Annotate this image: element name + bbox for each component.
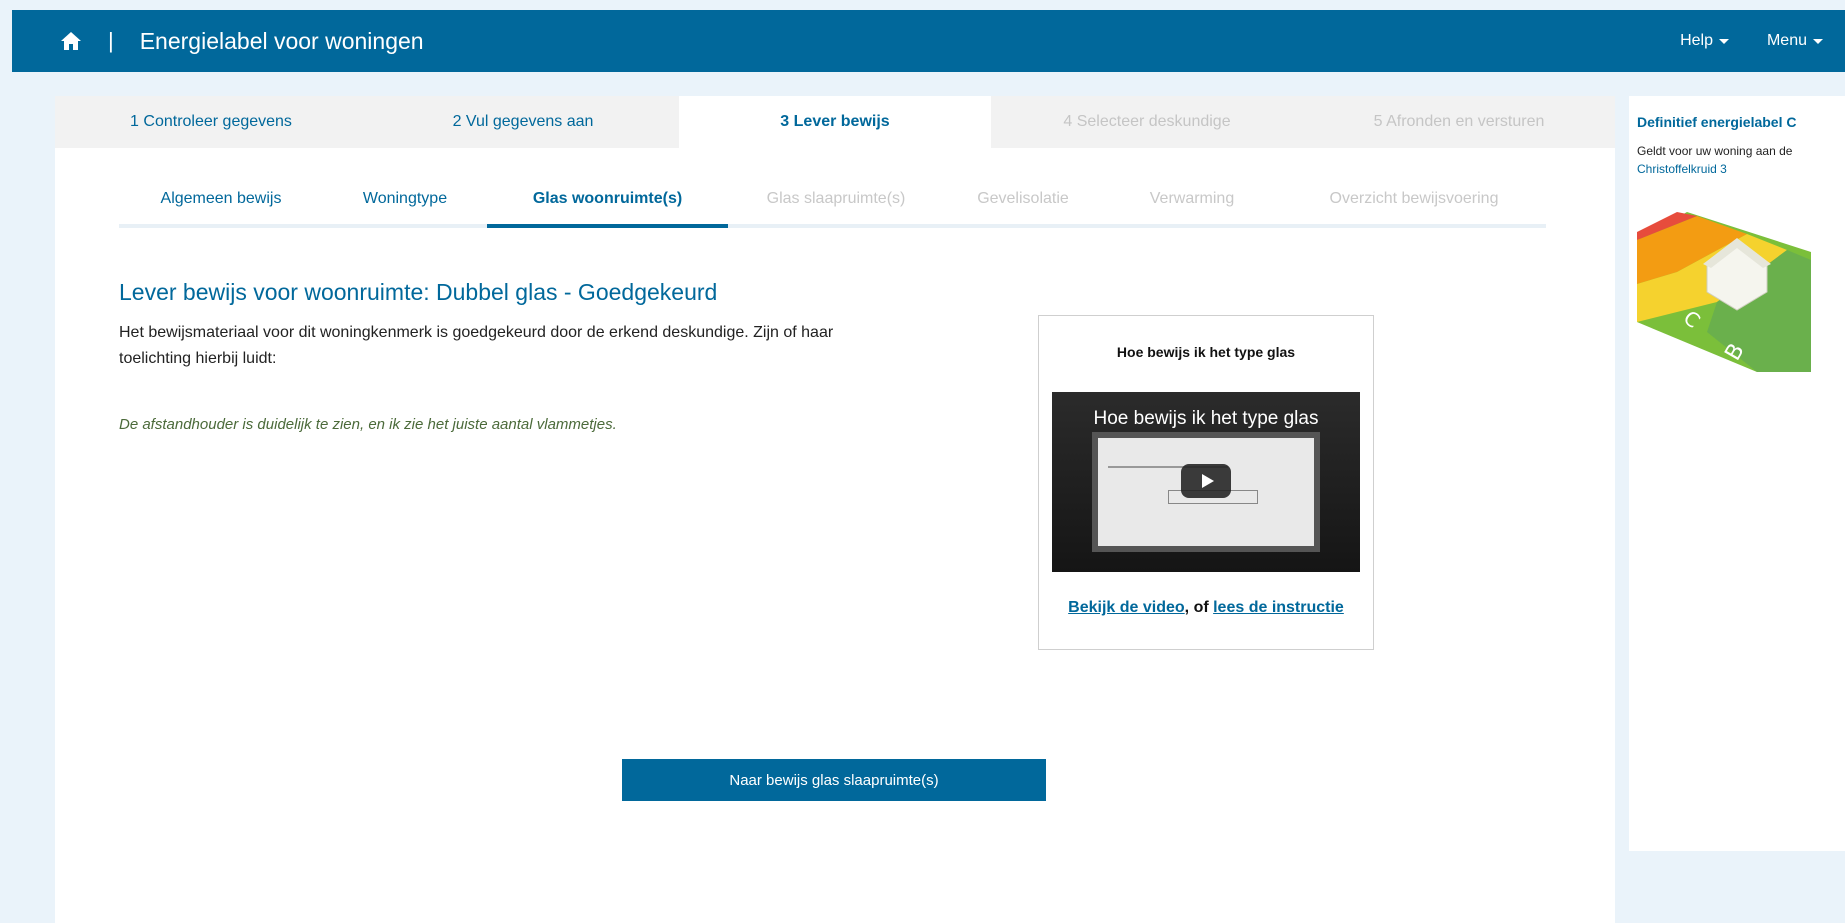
energy-label-text: Geldt voor uw woning aan de [1637,144,1793,158]
address-link[interactable]: Christoffelkruid 3 [1637,160,1835,178]
step-3[interactable]: 3 Lever bewijs [679,96,991,148]
top-bar: | Energielabel voor woningen Help Menu [12,10,1845,72]
tab-verwarming: Verwarming [1149,190,1235,207]
menu-label: Menu [1766,32,1807,49]
help-dropdown[interactable]: Help [1680,32,1729,50]
tab-glas-woonruimte[interactable]: Glas woonruimte(s) [487,188,728,228]
next-step-button[interactable]: Naar bewijs glas slaapruimte(s) [622,759,1046,801]
step-5: 5 Afronden en versturen [1373,113,1545,130]
read-instruction-link[interactable]: lees de instructie [1213,599,1344,616]
link-separator: , of [1184,599,1214,616]
menu-dropdown[interactable]: Menu [1767,32,1823,50]
help-label: Help [1680,32,1713,49]
page-heading: Lever bewijs voor woonruimte: Dubbel gla… [119,279,718,305]
video-card-title: Hoe bewijs ik het type glas [1116,344,1296,360]
chevron-down-icon [1718,38,1729,44]
tab-woningtype[interactable]: Woningtype [323,188,487,224]
subtab-navigation: Algemeen bewijs Woningtype Glas woonruim… [119,188,1546,228]
tab-algemeen-bewijs[interactable]: Algemeen bewijs [119,188,323,224]
title-separator: | [108,28,114,53]
tab-glas-slaapruimte: Glas slaapruimte(s) [766,190,906,207]
tab-gevelisolatie: Gevelisolatie [977,190,1069,207]
video-card: Hoe bewijs ik het type glas Hoe bewijs i… [1038,315,1374,650]
tab-overzicht-bewijsvoering: Overzicht bewijsvoering [1329,190,1499,207]
step-4: 4 Selecteer deskundige [1063,113,1231,130]
home-icon[interactable] [60,30,82,52]
video-thumbnail[interactable]: Hoe bewijs ik het type glas [1052,392,1360,572]
energy-label-house-icon: C B [1637,212,1811,372]
play-triangle [1201,474,1214,488]
main-panel: 1 Controleer gegevens 2 Vul gegevens aan… [55,96,1615,923]
video-thumbnail-title: Hoe bewijs ik het type glas [1093,408,1319,429]
expert-comment: De afstandhouder is duidelijk te zien, e… [119,416,617,433]
play-icon[interactable] [1181,464,1231,498]
video-links: Bekijk de video, of lees de instructie [1039,599,1373,617]
step-2[interactable]: 2 Vul gegevens aan [367,96,679,148]
approval-paragraph: Het bewijsmateriaal voor dit woningkenme… [119,324,834,367]
chevron-down-icon [1813,38,1823,44]
app-title: Energielabel voor woningen [139,27,424,54]
energy-label-title: Definitief energielabel C [1637,114,1797,130]
side-panel: Definitief energielabel C Geldt voor uw … [1629,96,1845,851]
step-navigation: 1 Controleer gegevens 2 Vul gegevens aan… [55,96,1615,148]
top-right-menu: Help Menu [1680,32,1823,50]
step-1[interactable]: 1 Controleer gegevens [55,96,367,148]
watch-video-link[interactable]: Bekijk de video [1068,599,1185,616]
